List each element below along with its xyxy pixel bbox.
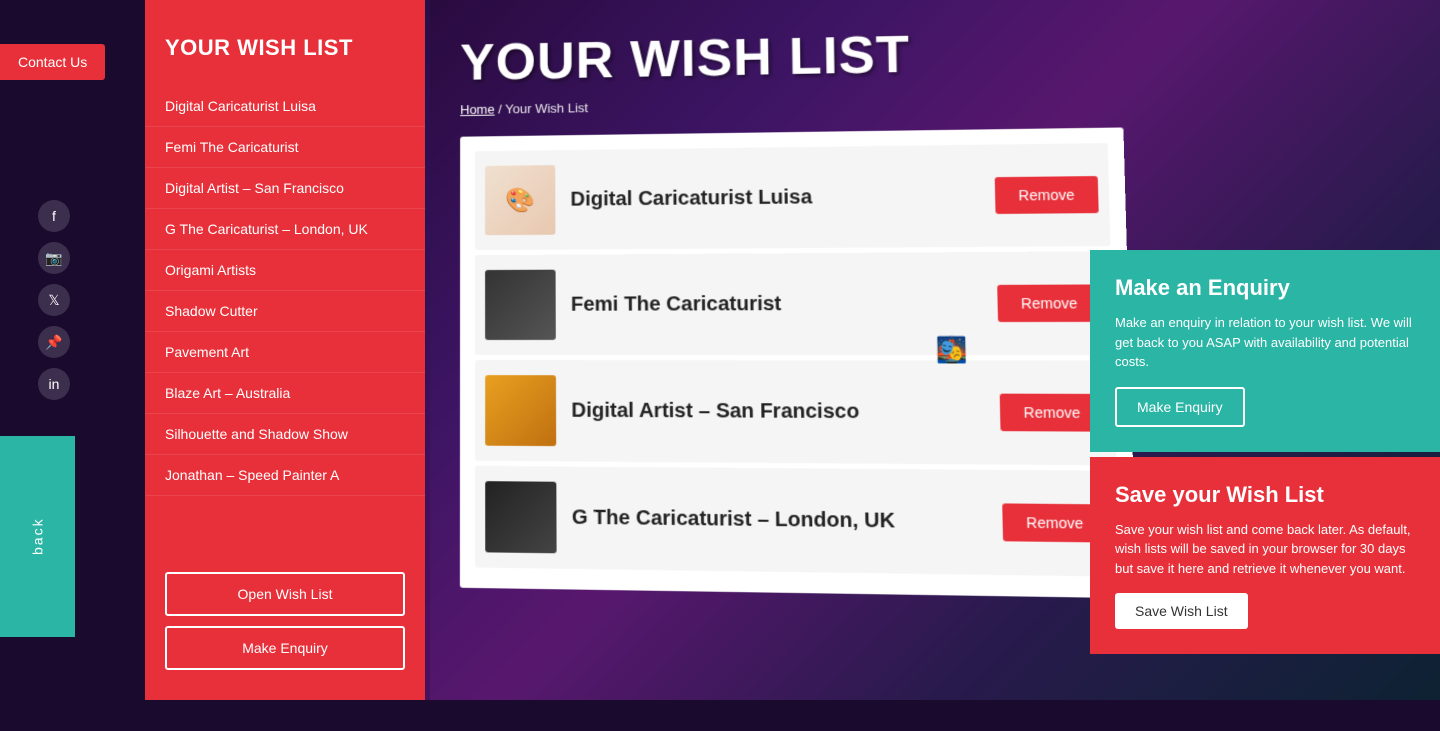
sidebar-item-g[interactable]: G The Caricaturist – London, UK (145, 209, 425, 250)
linkedin-icon[interactable]: in (38, 368, 70, 400)
wish-item-name-femi: Femi The Caricaturist (571, 292, 982, 317)
pinterest-icon[interactable]: 📌 (38, 326, 70, 358)
sidebar-item-pavement[interactable]: Pavement Art (145, 332, 425, 373)
wish-item-image-sf (485, 375, 556, 446)
remove-luisa-button[interactable]: Remove (995, 176, 1099, 214)
enquiry-panel-title: Make an Enquiry (1115, 275, 1415, 301)
save-panel: Save your Wish List Save your wish list … (1090, 457, 1440, 655)
sidebar-item-shadow-cutter[interactable]: Shadow Cutter (145, 291, 425, 332)
wish-item-name-g: G The Caricaturist – London, UK (572, 506, 987, 534)
make-enquiry-sidebar-button[interactable]: Make Enquiry (165, 626, 405, 670)
back-button[interactable]: back (0, 436, 75, 637)
wish-item-image-g (485, 481, 556, 553)
right-panels: Make an Enquiry Make an enquiry in relat… (1090, 250, 1440, 654)
wish-item-image-femi (485, 270, 556, 340)
social-icons-container: f 📷 𝕏 📌 in (38, 200, 70, 400)
wish-item-name-sf: Digital Artist – San Francisco (571, 399, 984, 424)
sidebar-item-jonathan[interactable]: Jonathan – Speed Painter A (145, 455, 425, 496)
sidebar-item-silhouette[interactable]: Silhouette and Shadow Show (145, 414, 425, 455)
save-panel-title: Save your Wish List (1115, 482, 1415, 508)
page-title: YOUR WISH LIST (460, 13, 1440, 92)
wish-list-item: G The Caricaturist – London, UK Remove (475, 466, 1120, 577)
breadcrumb-current: Your Wish List (505, 100, 588, 116)
wish-list-item: Digital Caricaturist Luisa Remove (475, 143, 1110, 250)
wish-list-panel: Digital Caricaturist Luisa Remove Femi T… (460, 127, 1137, 598)
twitter-icon[interactable]: 𝕏 (38, 284, 70, 316)
facebook-icon[interactable]: f (38, 200, 70, 232)
sidebar-item-origami[interactable]: Origami Artists (145, 250, 425, 291)
breadcrumb: Home / Your Wish List (460, 86, 1440, 117)
wish-list-item: Digital Artist – San Francisco Remove (475, 360, 1117, 465)
sidebar-item-blaze[interactable]: Blaze Art – Australia (145, 373, 425, 414)
sidebar-item-luisa[interactable]: Digital Caricaturist Luisa (145, 86, 425, 127)
sidebar: YOUR WISH LIST Digital Caricaturist Luis… (145, 0, 425, 700)
breadcrumb-home[interactable]: Home (460, 102, 495, 117)
enquiry-panel: Make an Enquiry Make an enquiry in relat… (1090, 250, 1440, 452)
make-enquiry-button[interactable]: Make Enquiry (1115, 387, 1245, 427)
sidebar-title: YOUR WISH LIST (145, 20, 425, 86)
wish-item-image-luisa (485, 165, 555, 235)
wish-list-item: Femi The Caricaturist Remove (475, 251, 1113, 355)
remove-sf-button[interactable]: Remove (1000, 394, 1105, 432)
enquiry-panel-description: Make an enquiry in relation to your wish… (1115, 313, 1415, 372)
contact-us-button[interactable]: Contact Us (0, 44, 105, 80)
sidebar-item-femi[interactable]: Femi The Caricaturist (145, 127, 425, 168)
wish-item-name-luisa: Digital Caricaturist Luisa (570, 184, 979, 211)
sidebar-item-sf[interactable]: Digital Artist – San Francisco (145, 168, 425, 209)
remove-femi-button[interactable]: Remove (997, 284, 1102, 322)
sidebar-buttons: Open Wish List Make Enquiry (165, 572, 405, 680)
open-wish-list-button[interactable]: Open Wish List (165, 572, 405, 616)
save-wish-list-button[interactable]: Save Wish List (1115, 593, 1248, 629)
instagram-icon[interactable]: 📷 (38, 242, 70, 274)
save-panel-description: Save your wish list and come back later.… (1115, 520, 1415, 579)
